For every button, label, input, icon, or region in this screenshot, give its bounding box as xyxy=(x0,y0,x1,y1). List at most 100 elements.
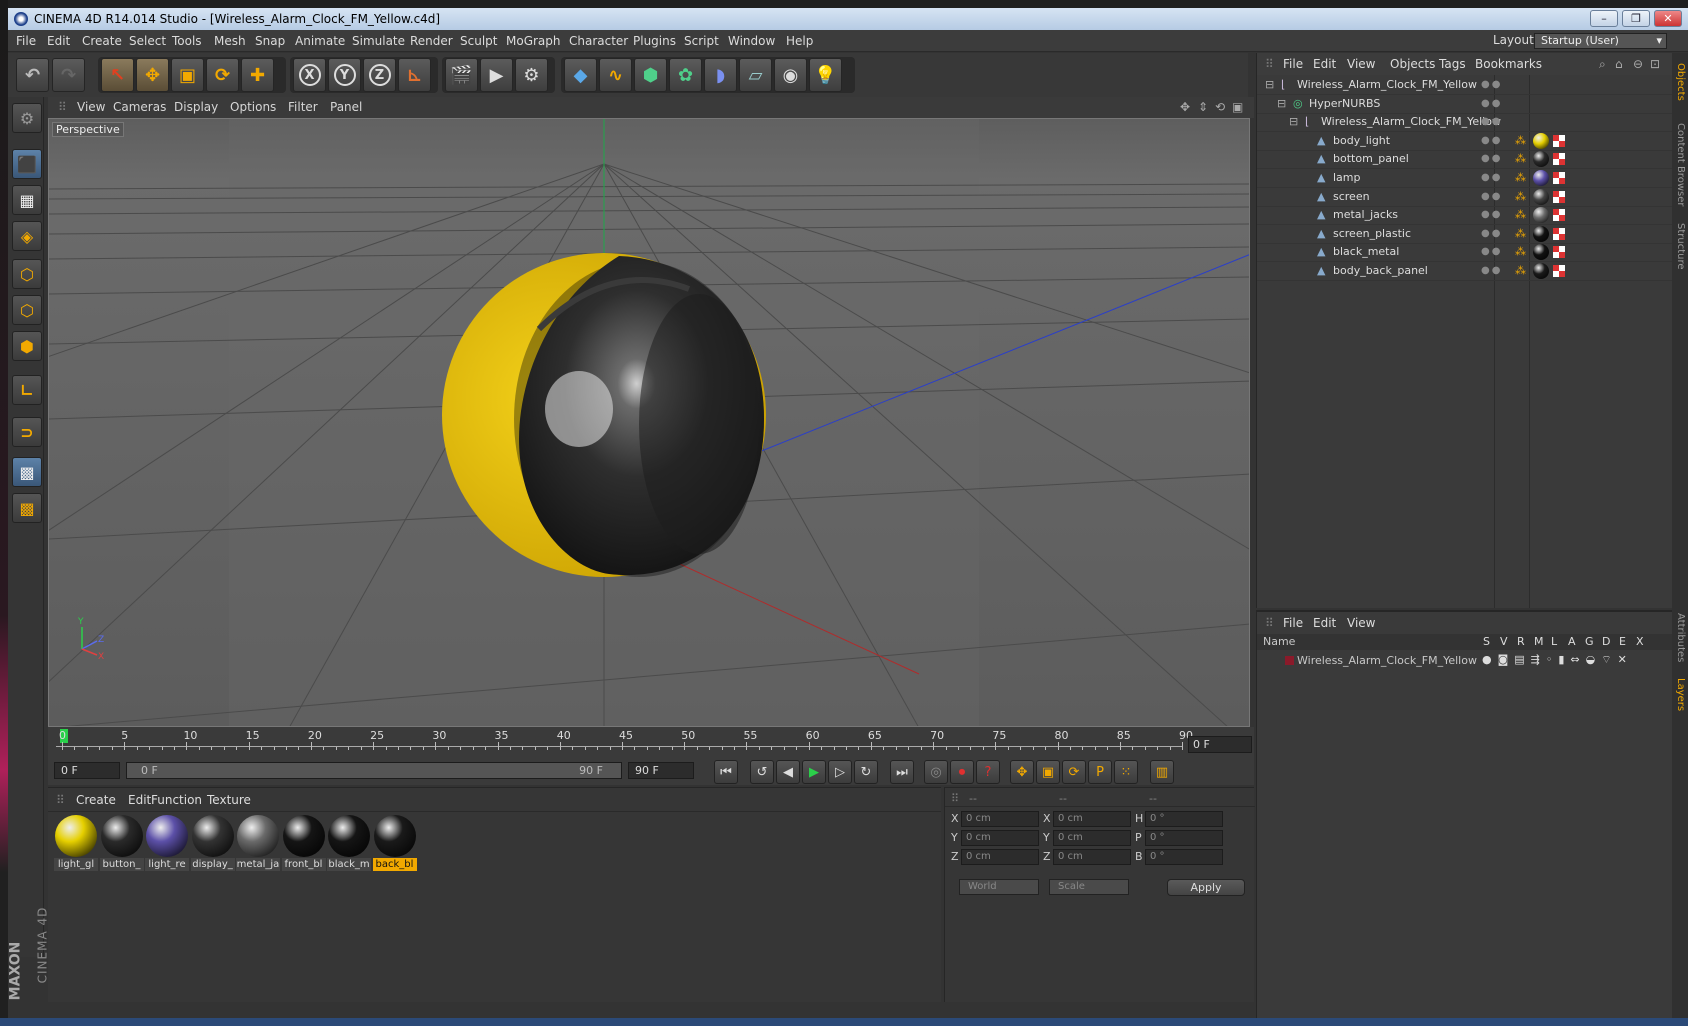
expand-toggle-icon[interactable]: ⊟ xyxy=(1265,79,1276,90)
deformer-icon[interactable]: ◗ xyxy=(704,58,737,92)
tweak-mode-icon[interactable]: ⊃ xyxy=(12,417,42,447)
phong-tag-icon[interactable]: ⁂ xyxy=(1515,265,1526,276)
menu-mograph[interactable]: MoGraph xyxy=(506,30,561,52)
cloner-icon[interactable]: ✿ xyxy=(669,58,702,92)
maximize-view-icon[interactable]: ▣ xyxy=(1232,97,1243,118)
object-row[interactable]: ▲ bottom_panel ● ● ⁂ xyxy=(1257,149,1673,170)
coord-rot-h-field[interactable]: 0 ° xyxy=(1145,811,1223,827)
object-name[interactable]: screen xyxy=(1333,187,1370,207)
layer-switch-icons[interactable]: ●◙▤⇶◦▮⇔◒⌔✕ xyxy=(1482,653,1633,667)
phong-tag-icon[interactable]: ⁂ xyxy=(1515,228,1526,239)
material-menu-function[interactable]: Function xyxy=(151,790,202,810)
visibility-dots-icon[interactable]: ● ● xyxy=(1481,75,1500,95)
menu-script[interactable]: Script xyxy=(684,30,719,52)
material-menu-texture[interactable]: Texture xyxy=(207,790,251,810)
material-tag-icon[interactable] xyxy=(1533,207,1549,224)
phong-tag-icon[interactable]: ⁂ xyxy=(1515,172,1526,183)
phong-tag-icon[interactable]: ⁂ xyxy=(1515,246,1526,257)
material-tag-icon[interactable] xyxy=(1533,244,1549,261)
object-menu-tags[interactable]: Tags xyxy=(1439,53,1466,75)
phong-tag-icon[interactable]: ⁂ xyxy=(1515,135,1526,146)
play-icon[interactable]: ▶ xyxy=(802,760,826,784)
object-name[interactable]: body_back_panel xyxy=(1333,261,1428,281)
object-menu-bookmarks[interactable]: Bookmarks xyxy=(1475,53,1542,75)
visibility-dots-icon[interactable]: ● ● xyxy=(1481,187,1500,207)
object-row[interactable]: ▲ screen ● ● ⁂ xyxy=(1257,187,1673,207)
model-mode-icon[interactable]: ⬛ xyxy=(12,149,42,179)
visibility-dots-icon[interactable]: ● ● xyxy=(1481,131,1500,151)
coord-size-y-field[interactable]: 0 cm xyxy=(1053,830,1131,846)
viewport-menu-cameras[interactable]: Cameras xyxy=(113,97,166,118)
texture-tag-icon[interactable] xyxy=(1553,190,1565,203)
coordinate-system-icon[interactable]: ⊾ xyxy=(398,58,431,92)
apply-button[interactable]: Apply xyxy=(1167,879,1245,896)
light-icon[interactable]: 💡 xyxy=(809,58,842,92)
points-mode-icon[interactable]: ⬡ xyxy=(12,259,42,289)
object-name[interactable]: bottom_panel xyxy=(1333,149,1409,169)
go-to-start-icon[interactable]: ⏮ xyxy=(714,760,738,784)
menu-snap[interactable]: Snap xyxy=(255,30,285,52)
start-frame-field[interactable]: 0 F xyxy=(54,762,120,779)
coord-rot-b-field[interactable]: 0 ° xyxy=(1145,849,1223,865)
coord-pos-x-field[interactable]: 0 cm xyxy=(961,811,1039,827)
layer-menu-file[interactable]: File xyxy=(1283,612,1303,634)
minimize-button[interactable]: – xyxy=(1590,10,1618,27)
object-row[interactable]: ▲ screen_plastic ● ● ⁂ xyxy=(1257,224,1673,244)
tab-layers[interactable]: Layers xyxy=(1675,678,1686,711)
object-name[interactable]: HyperNURBS xyxy=(1309,94,1380,114)
object-row[interactable]: ▲ body_light ● ● ⁂ xyxy=(1257,131,1673,151)
material-tag-icon[interactable] xyxy=(1533,170,1549,186)
layout-dropdown[interactable]: Startup (User) xyxy=(1534,33,1667,49)
visibility-dots-icon[interactable]: ● ● xyxy=(1481,168,1500,188)
texture-mode-icon[interactable]: ▦ xyxy=(12,185,42,215)
menu-tools[interactable]: Tools xyxy=(172,30,202,52)
visibility-dots-icon[interactable]: ● ● xyxy=(1481,205,1500,225)
menu-mesh[interactable]: Mesh xyxy=(214,30,246,52)
layer-column-header[interactable]: R xyxy=(1517,635,1525,648)
menu-character[interactable]: Character xyxy=(569,30,628,52)
object-row[interactable]: ⊟ ◎ HyperNURBS ● ● xyxy=(1257,94,1673,114)
y-axis-lock-icon[interactable]: Y xyxy=(328,58,361,92)
alarm-clock-model[interactable] xyxy=(442,253,766,577)
layer-column-header[interactable]: D xyxy=(1602,635,1610,648)
camera-icon[interactable]: ◉ xyxy=(774,58,807,92)
workplane-lock-icon[interactable]: ▩ xyxy=(12,493,42,523)
material-swatch[interactable]: button_ xyxy=(99,814,144,872)
layer-row[interactable]: Wireless_Alarm_Clock_FM_Yellow ●◙▤⇶◦▮⇔◒⌔… xyxy=(1257,652,1673,670)
axis-mode-icon[interactable]: ∟ xyxy=(12,375,42,405)
tab-content-browser[interactable]: Content Browser xyxy=(1675,123,1686,206)
tab-attributes[interactable]: Attributes xyxy=(1675,613,1686,662)
material-tag-icon[interactable] xyxy=(1533,151,1549,168)
phong-tag-icon[interactable]: ⁂ xyxy=(1515,209,1526,220)
timeline-ruler[interactable]: 0 5 10 15 20 25 30 35 40 45 50 55 60 65 70 75 80 85 90 0 F xyxy=(48,727,1254,759)
texture-tag-icon[interactable] xyxy=(1553,265,1565,277)
menu-render[interactable]: Render xyxy=(410,30,453,52)
cube-primitive-icon[interactable]: ◆ xyxy=(564,58,597,92)
material-swatch[interactable]: display_ xyxy=(190,814,235,872)
next-key-icon[interactable]: ↻ xyxy=(854,760,878,784)
expand-toggle-icon[interactable] xyxy=(1301,246,1312,257)
expand-toggle-icon[interactable]: ⊟ xyxy=(1289,116,1300,127)
subdivision-surface-icon[interactable]: ⬢ xyxy=(634,58,667,92)
live-select-icon[interactable]: ↖ xyxy=(101,58,134,92)
key-position-icon[interactable]: ✥ xyxy=(1010,760,1034,784)
coord-rot-p-field[interactable]: 0 ° xyxy=(1145,830,1223,846)
material-menu-edit[interactable]: Edit xyxy=(128,790,151,810)
layer-column-header[interactable]: A xyxy=(1568,635,1576,648)
workplane-mode-icon[interactable]: ◈ xyxy=(12,221,42,251)
layer-column-header[interactable]: V xyxy=(1500,635,1508,648)
tab-structure[interactable]: Structure xyxy=(1675,223,1686,270)
object-row[interactable]: ▲ metal_jacks ● ● ⁂ xyxy=(1257,205,1673,226)
expand-toggle-icon[interactable] xyxy=(1301,172,1312,183)
viewport-menu-view[interactable]: View xyxy=(77,97,105,118)
expand-toggle-icon[interactable] xyxy=(1301,135,1312,146)
size-mode-dropdown[interactable]: Scale xyxy=(1049,879,1129,895)
texture-tag-icon[interactable] xyxy=(1553,246,1565,259)
restore-button[interactable]: ❐ xyxy=(1622,10,1650,27)
tab-objects[interactable]: Objects xyxy=(1675,63,1686,101)
current-frame-field[interactable]: 0 F xyxy=(1188,736,1252,753)
layer-column-header[interactable]: X xyxy=(1636,635,1644,648)
layer-color-swatch[interactable] xyxy=(1285,656,1294,665)
next-frame-icon[interactable]: ▷ xyxy=(828,760,852,784)
visibility-dots-icon[interactable]: ● ● xyxy=(1481,149,1500,169)
